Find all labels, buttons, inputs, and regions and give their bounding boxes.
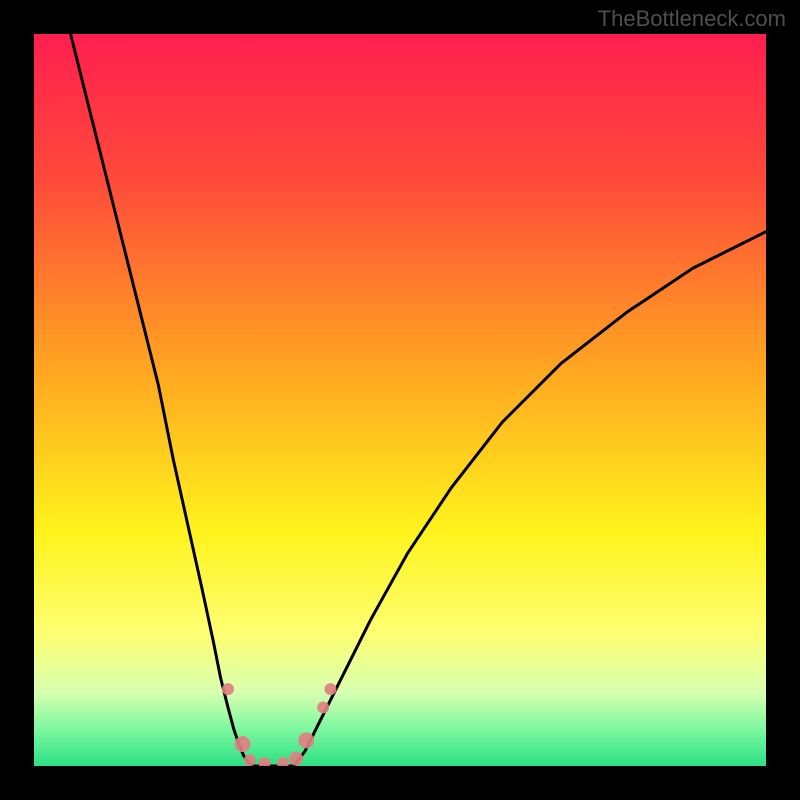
data-marker xyxy=(289,752,303,766)
plot-area xyxy=(34,34,766,766)
data-marker xyxy=(235,736,251,752)
data-marker xyxy=(222,683,234,695)
watermark-text: TheBottleneck.com xyxy=(598,6,786,32)
gradient-background xyxy=(34,34,766,766)
data-marker xyxy=(244,754,256,766)
chart-frame: TheBottleneck.com xyxy=(0,0,800,800)
data-marker xyxy=(324,683,336,695)
data-marker xyxy=(298,732,314,748)
chart-svg xyxy=(34,34,766,766)
data-marker xyxy=(317,701,329,713)
